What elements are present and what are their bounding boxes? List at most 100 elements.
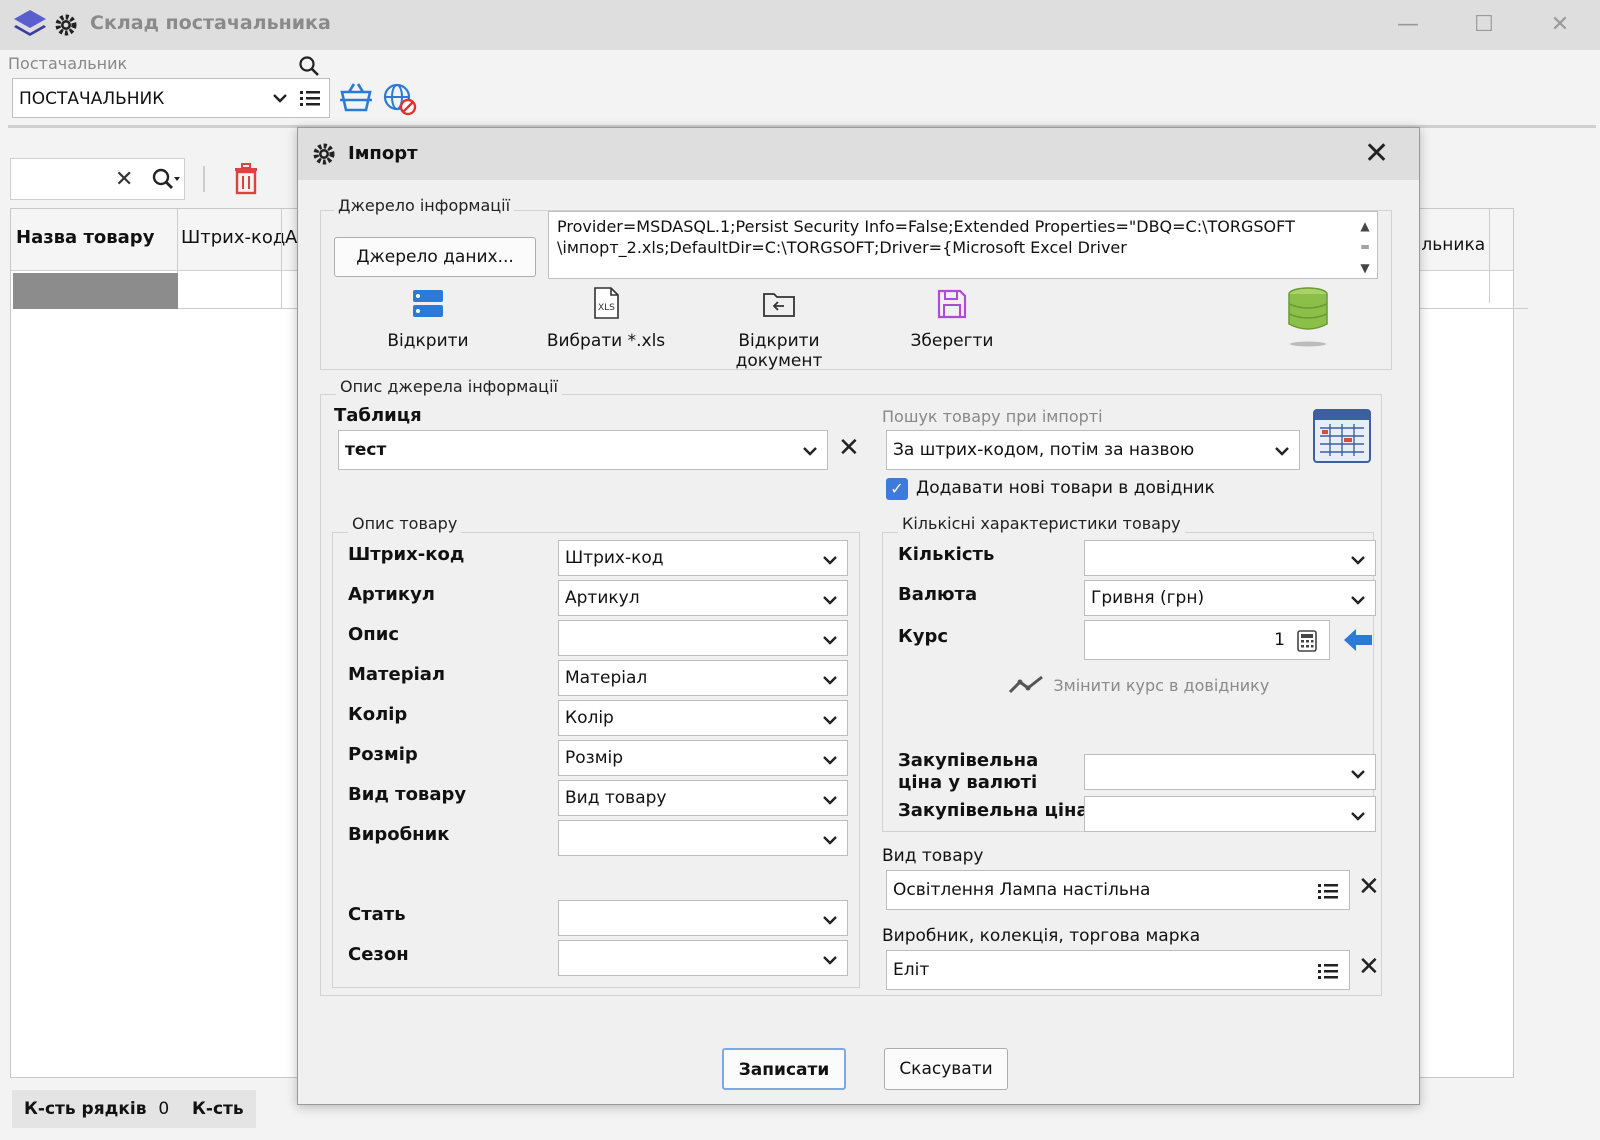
change-rate-link[interactable]: Змінити курс в довіднику (1008, 674, 1269, 696)
product-field-select[interactable] (558, 900, 848, 936)
maximize-button[interactable]: ☐ (1466, 9, 1502, 41)
open-document-button[interactable]: Відкрити документ (694, 288, 864, 371)
product-field-select[interactable] (558, 620, 848, 656)
product-field-select[interactable]: Розмір (558, 740, 848, 776)
close-dialog-button[interactable]: ✕ (1364, 136, 1389, 171)
search-options-icon[interactable] (151, 167, 181, 191)
purchase-select[interactable] (1084, 796, 1376, 832)
list-icon[interactable] (1317, 961, 1339, 981)
product-field-label: Колір (348, 704, 408, 725)
trend-line-icon (1008, 675, 1043, 694)
description-group-label: Опис джерела інформації (336, 377, 562, 396)
clear-icon[interactable]: ✕ (115, 167, 133, 192)
purchase-cur-select[interactable] (1084, 754, 1376, 790)
kind-field[interactable]: Освітлення Лампа настільна (886, 870, 1350, 910)
product-field-label: Розмір (348, 744, 418, 765)
chevron-down-icon[interactable] (1273, 442, 1291, 460)
data-source-button[interactable]: Джерело даних... (334, 237, 536, 277)
qty-select[interactable] (1084, 540, 1376, 576)
trash-icon[interactable] (232, 163, 260, 195)
search-mode-select[interactable]: За штрих-кодом, потім за назвою (886, 430, 1300, 470)
chevron-down-icon[interactable] (1349, 591, 1367, 609)
write-button[interactable]: Записати (722, 1048, 846, 1090)
grid-search-input[interactable]: ✕ (10, 158, 185, 200)
product-field-value: Колір (565, 708, 614, 728)
save-button[interactable]: Зберегти (902, 288, 1002, 351)
chevron-down-icon[interactable] (821, 831, 839, 849)
column-header-article[interactable]: А (285, 227, 297, 248)
connection-line-2: \імпорт_2.xls;DefaultDir=C:\TORGSOFT;Dri… (557, 238, 1127, 257)
list-icon[interactable] (299, 88, 321, 108)
chevron-down-icon[interactable] (821, 951, 839, 969)
row-count-label: К-сть рядків (24, 1099, 147, 1119)
chevron-down-icon[interactable] (821, 791, 839, 809)
product-field-select[interactable]: Матеріал (558, 660, 848, 696)
chevron-down-icon[interactable] (1349, 765, 1367, 783)
product-field-select[interactable]: Колір (558, 700, 848, 736)
product-field-select[interactable]: Артикул (558, 580, 848, 616)
svg-text:XLS: XLS (598, 303, 615, 313)
window-titlebar: Склад постачальника — ☐ ✕ (0, 0, 1600, 50)
kind-value: Освітлення Лампа настільна (893, 880, 1151, 900)
column-header-name[interactable]: Назва товару (16, 227, 154, 248)
column-header-barcode[interactable]: Штрих-код (181, 227, 285, 248)
cancel-button[interactable]: Скасувати (884, 1048, 1008, 1090)
calculator-icon[interactable] (1297, 630, 1317, 652)
selected-cell[interactable] (13, 273, 178, 309)
minimize-button[interactable]: — (1390, 9, 1426, 41)
rate-input[interactable]: 1 (1084, 620, 1330, 660)
search-mode-label: Пошук товару при імпорті (882, 407, 1103, 426)
chevron-down-icon[interactable] (821, 631, 839, 649)
clear-maker-button[interactable]: ✕ (1358, 952, 1380, 982)
add-new-label: Додавати нові товари в довідник (916, 478, 1215, 498)
chevron-down-icon[interactable] (801, 442, 819, 460)
arrow-left-icon[interactable] (1342, 626, 1374, 654)
save-icon (937, 289, 967, 319)
open-document-label: Відкрити документ (735, 331, 823, 371)
purchase-cur-label: Закупівельна ціна у валюті (898, 750, 1038, 794)
currency-select[interactable]: Гривня (грн) (1084, 580, 1376, 616)
spreadsheet-icon[interactable] (1312, 406, 1374, 468)
qty-label: Кількість (898, 544, 995, 565)
supplier-value: ПОСТАЧАЛЬНИК (19, 89, 165, 109)
table-label: Таблиця (334, 405, 422, 426)
product-field-select[interactable] (558, 820, 848, 856)
chevron-down-icon[interactable] (271, 89, 289, 107)
product-field-label: Стать (348, 904, 406, 925)
search-icon[interactable] (298, 55, 320, 77)
basket-icon[interactable] (338, 80, 374, 114)
globe-blocked-icon[interactable] (382, 82, 418, 116)
chevron-down-icon[interactable] (1349, 551, 1367, 569)
chevron-down-icon[interactable] (821, 751, 839, 769)
clear-kind-button[interactable]: ✕ (1358, 872, 1380, 902)
product-field-value: Розмір (565, 748, 624, 768)
close-window-button[interactable]: ✕ (1542, 9, 1578, 41)
chevron-down-icon[interactable] (821, 551, 839, 569)
connection-string-field[interactable]: Provider=MSDASQL.1;Persist Security Info… (548, 211, 1378, 279)
open-button[interactable]: Відкрити (368, 288, 488, 351)
chevron-down-icon[interactable] (821, 671, 839, 689)
add-new-checkbox[interactable]: ✓ (886, 478, 908, 500)
list-icon[interactable] (1317, 881, 1339, 901)
chevron-down-icon[interactable] (821, 591, 839, 609)
import-dialog: Імпорт ✕ Джерело інформації Джерело дани… (297, 127, 1420, 1105)
search-mode-value: За штрих-кодом, потім за назвою (893, 440, 1195, 460)
gear-icon[interactable] (54, 13, 78, 37)
table-select[interactable]: тест (338, 430, 828, 470)
product-field-label: Опис (348, 624, 400, 645)
product-field-value: Матеріал (565, 668, 648, 688)
column-header-supplier[interactable]: альника (1411, 235, 1485, 255)
choose-xls-button[interactable]: XLS Вибрати *.xls (536, 286, 676, 351)
window-title: Склад постачальника (90, 12, 331, 34)
maker-field[interactable]: Еліт (886, 950, 1350, 990)
product-field-select[interactable]: Вид товару (558, 780, 848, 816)
chevron-down-icon[interactable] (821, 911, 839, 929)
supplier-select[interactable]: ПОСТАЧАЛЬНИК (12, 78, 330, 118)
chevron-down-icon[interactable] (1349, 807, 1367, 825)
product-field-select[interactable] (558, 940, 848, 976)
scrollbar[interactable]: ▲ ═ ▼ (1357, 216, 1373, 275)
database-icon[interactable] (1286, 286, 1330, 350)
clear-table-button[interactable]: ✕ (838, 433, 860, 463)
chevron-down-icon[interactable] (821, 711, 839, 729)
product-field-select[interactable]: Штрих-код (558, 540, 848, 576)
